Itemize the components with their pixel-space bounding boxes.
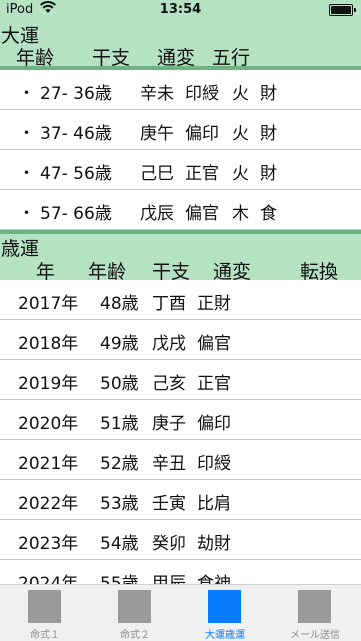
saiun-age: 49歳	[100, 334, 139, 354]
tab-label: 大運歳運	[205, 630, 245, 641]
saiun-header: 歳運 年 年齢 干支 通変 転換	[0, 234, 361, 283]
saiun-tsuhen: 劫財	[197, 534, 231, 554]
daiun-gogyo: 火	[232, 164, 249, 184]
daiun-age: 37- 46歳	[40, 124, 112, 144]
saiun-row[interactable]: 2022年 53歳 壬寅 比肩	[0, 480, 361, 520]
daiun-row[interactable]: ・ 37- 46歳 庚午 偏印 火 財	[0, 110, 361, 150]
daiun-extra: 食	[260, 204, 277, 224]
saiun-tsuhen: 正官	[197, 374, 231, 394]
saiun-year: 2018年	[18, 334, 79, 354]
saiun-tsuhen: 正財	[197, 294, 231, 314]
row-bullet: ・	[18, 164, 35, 184]
saiun-row[interactable]: 2021年 52歳 辛丑 印綬	[0, 440, 361, 480]
tab-meishiki-1[interactable]: 命式１	[0, 585, 90, 641]
daiun-kanshi: 戊辰	[140, 204, 174, 224]
daiun-gogyo: 木	[232, 204, 249, 224]
status-bar: iPod 13:54	[0, 0, 361, 20]
saiun-age: 53歳	[100, 494, 139, 514]
saiun-kanshi: 己亥	[152, 374, 186, 394]
saiun-year: 2019年	[18, 374, 79, 394]
daiun-tsuhen: 偏官	[185, 204, 219, 224]
daiun-age: 27- 36歳	[40, 84, 112, 104]
saiun-age: 50歳	[100, 374, 139, 394]
tab-square-icon	[298, 590, 331, 623]
saiun-row[interactable]: 2020年 51歳 庚子 偏印	[0, 400, 361, 440]
daiun-tsuhen: 印綬	[185, 84, 219, 104]
saiun-kanshi: 丁酉	[152, 294, 186, 314]
saiun-row[interactable]: 2023年 54歳 癸卯 劫財	[0, 520, 361, 560]
tab-square-icon	[118, 590, 151, 623]
saiun-year: 2020年	[18, 414, 79, 434]
tab-meishiki-2[interactable]: 命式２	[90, 585, 180, 641]
daiun-row[interactable]: ・ 27- 36歳 辛未 印綬 火 財	[0, 70, 361, 110]
saiun-row[interactable]: 2019年 50歳 己亥 正官	[0, 360, 361, 400]
saiun-kanshi: 壬寅	[152, 494, 186, 514]
tab-label: メール送信	[290, 630, 340, 641]
tab-bar: 命式１ 命式２ 大運歳運 メール送信	[0, 584, 361, 641]
row-bullet: ・	[18, 204, 35, 224]
daiun-tsuhen: 偏印	[185, 124, 219, 144]
daiun-header: 大運 年齢 干支 通変 五行	[0, 20, 361, 69]
tab-label: 命式１	[30, 630, 60, 641]
daiun-tsuhen: 正官	[185, 164, 219, 184]
daiun-kanshi: 己巳	[140, 164, 174, 184]
daiun-age: 57- 66歳	[40, 204, 112, 224]
daiun-gogyo: 火	[232, 124, 249, 144]
status-time: 13:54	[159, 2, 202, 17]
row-bullet: ・	[18, 124, 35, 144]
daiun-row[interactable]: ・ 47- 56歳 己巳 正官 火 財	[0, 150, 361, 190]
daiun-row[interactable]: ・ 57- 66歳 戊辰 偏官 木 食	[0, 190, 361, 230]
battery-icon	[329, 4, 356, 16]
saiun-kanshi: 辛丑	[152, 454, 186, 474]
saiun-tsuhen: 印綬	[197, 454, 231, 474]
row-bullet: ・	[18, 84, 35, 104]
saiun-year: 2021年	[18, 454, 79, 474]
saiun-kanshi: 庚子	[152, 414, 186, 434]
daiun-extra: 財	[260, 84, 277, 104]
saiun-age: 54歳	[100, 534, 139, 554]
saiun-tsuhen: 偏印	[197, 414, 231, 434]
daiun-kanshi: 辛未	[140, 84, 174, 104]
saiun-year: 2017年	[18, 294, 79, 314]
tab-label: 命式２	[120, 630, 150, 641]
saiun-age: 48歳	[100, 294, 139, 314]
saiun-row[interactable]: 2017年 48歳 丁酉 正財	[0, 280, 361, 320]
daiun-age: 47- 56歳	[40, 164, 112, 184]
saiun-age: 51歳	[100, 414, 139, 434]
saiun-age: 52歳	[100, 454, 139, 474]
tab-square-icon	[208, 590, 241, 623]
tab-mail[interactable]: メール送信	[270, 585, 360, 641]
saiun-row[interactable]: 2018年 49歳 戊戌 偏官	[0, 320, 361, 360]
daiun-extra: 財	[260, 124, 277, 144]
tab-square-icon	[28, 590, 61, 623]
saiun-year: 2022年	[18, 494, 79, 514]
daiun-kanshi: 庚午	[140, 124, 174, 144]
saiun-title: 歳運	[1, 238, 40, 260]
saiun-kanshi: 戊戌	[152, 334, 186, 354]
daiun-gogyo: 火	[232, 84, 249, 104]
saiun-kanshi: 癸卯	[152, 534, 186, 554]
tab-daiun-saiun[interactable]: 大運歳運	[180, 585, 270, 641]
daiun-extra: 財	[260, 164, 277, 184]
saiun-tsuhen: 比肩	[197, 494, 231, 514]
saiun-year: 2023年	[18, 534, 79, 554]
saiun-tsuhen: 偏官	[197, 334, 231, 354]
